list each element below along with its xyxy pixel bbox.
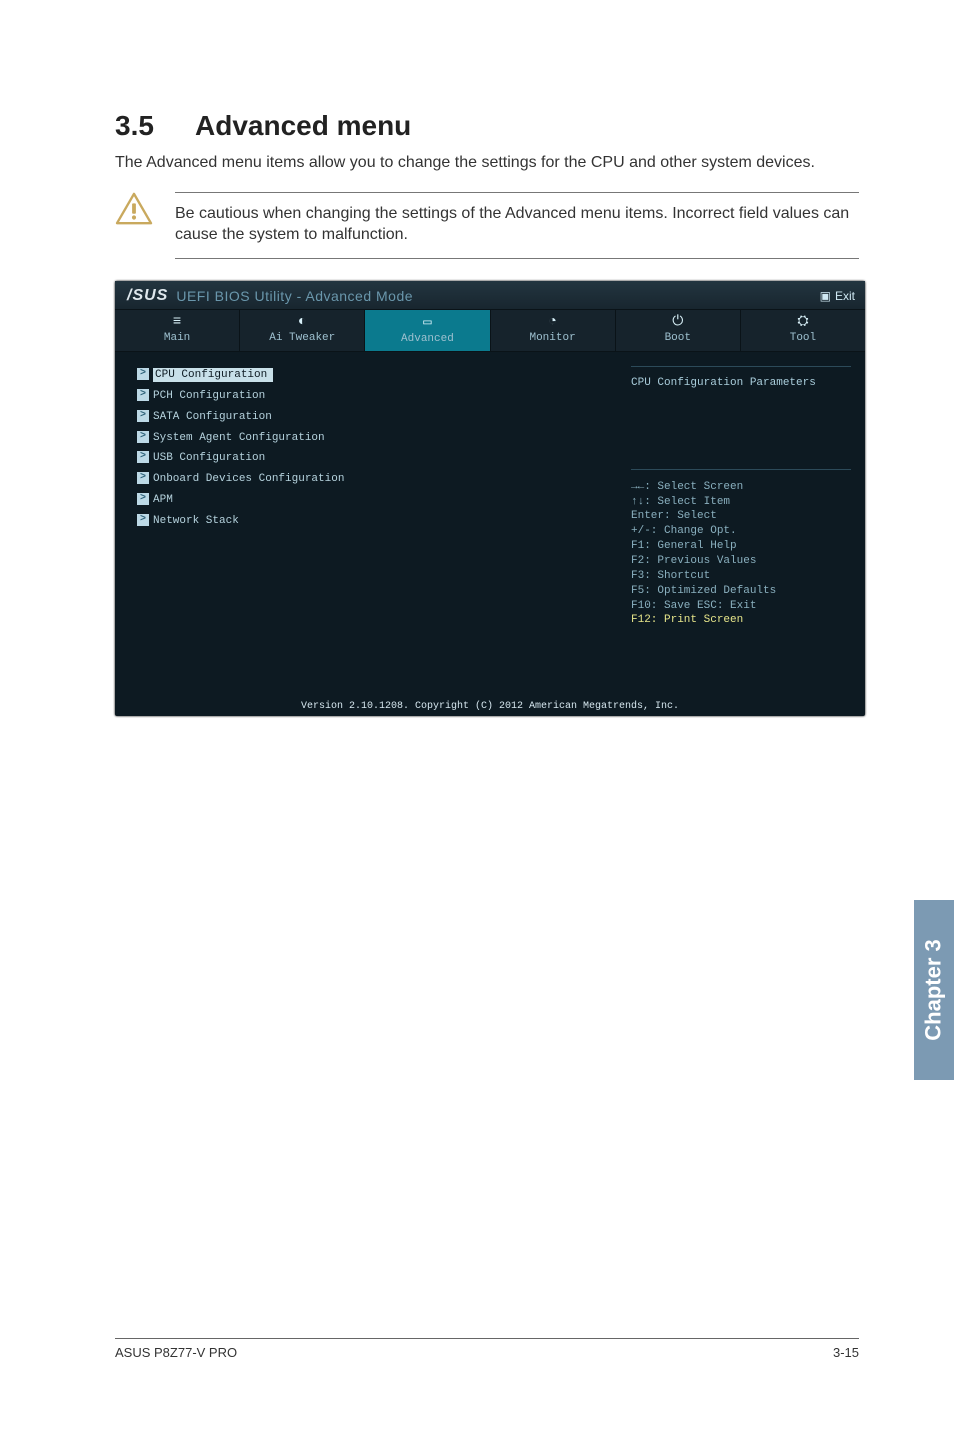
tab-label: Boot bbox=[665, 332, 691, 344]
chevron-right-icon: > bbox=[137, 493, 149, 505]
help-line: F2: Previous Values bbox=[631, 554, 851, 569]
chapter-tab-label: Chapter 3 bbox=[921, 939, 947, 1040]
help-line: Enter: Select bbox=[631, 509, 851, 524]
chapter-tab: Chapter 3 bbox=[914, 900, 954, 1080]
menu-item-label: PCH Configuration bbox=[153, 390, 265, 402]
caution-text: Be cautious when changing the settings o… bbox=[175, 203, 859, 246]
caution-icon bbox=[115, 192, 153, 226]
tab-icon: ≡ bbox=[115, 314, 239, 330]
tab-icon: ◔ bbox=[491, 314, 615, 330]
tab-label: Advanced bbox=[401, 333, 454, 345]
menu-item-sata-configuration[interactable]: > SATA Configuration bbox=[133, 408, 631, 425]
menu-item-label: USB Configuration bbox=[153, 452, 265, 464]
menu-item-label: Network Stack bbox=[153, 515, 239, 527]
tab-monitor[interactable]: ◔ Monitor bbox=[491, 310, 616, 351]
asus-logo: /SUS bbox=[125, 287, 170, 305]
section-number: 3.5 bbox=[115, 110, 195, 142]
menu-item-pch-configuration[interactable]: > PCH Configuration bbox=[133, 387, 631, 404]
bios-title: UEFI BIOS Utility - Advanced Mode bbox=[176, 288, 413, 304]
chevron-right-icon: > bbox=[137, 472, 149, 484]
footer-product: ASUS P8Z77-V PRO bbox=[115, 1345, 237, 1360]
tab-icon: ▭ bbox=[365, 314, 489, 331]
intro-text: The Advanced menu items allow you to cha… bbox=[115, 152, 859, 174]
menu-item-label: Onboard Devices Configuration bbox=[153, 473, 344, 485]
menu-item-cpu-configuration[interactable]: > CPU Configuration bbox=[133, 366, 631, 383]
menu-item-label: CPU Configuration bbox=[153, 368, 273, 382]
chevron-right-icon: > bbox=[137, 431, 149, 443]
menu-item-apm[interactable]: > APM bbox=[133, 491, 631, 508]
exit-icon: ▣ bbox=[820, 289, 831, 303]
chevron-right-icon: > bbox=[137, 368, 149, 380]
menu-item-label: System Agent Configuration bbox=[153, 431, 325, 443]
menu-item-network-stack[interactable]: > Network Stack bbox=[133, 512, 631, 529]
chevron-right-icon: > bbox=[137, 451, 149, 463]
tab-icon: ◐ bbox=[240, 314, 364, 330]
side-description: CPU Configuration Parameters bbox=[631, 377, 851, 389]
bios-version: Version 2.10.1208. Copyright (C) 2012 Am… bbox=[115, 701, 865, 712]
help-line: →←: Select Screen bbox=[631, 480, 851, 495]
tab-icon: ⏻ bbox=[616, 314, 740, 330]
exit-label: Exit bbox=[835, 289, 855, 303]
tab-advanced[interactable]: ▭ Advanced bbox=[365, 310, 490, 351]
chevron-right-icon: > bbox=[137, 389, 149, 401]
help-line: F3: Shortcut bbox=[631, 569, 851, 584]
help-line: F1: General Help bbox=[631, 539, 851, 554]
help-panel: →←: Select Screen↑↓: Select ItemEnter: S… bbox=[631, 480, 851, 628]
help-line: +/-: Change Opt. bbox=[631, 524, 851, 539]
tab-label: Ai Tweaker bbox=[269, 332, 335, 344]
section-title: Advanced menu bbox=[195, 110, 411, 141]
menu-item-usb-configuration[interactable]: > USB Configuration bbox=[133, 449, 631, 466]
bios-screenshot: /SUS UEFI BIOS Utility - Advanced Mode ▣… bbox=[115, 281, 865, 716]
tab-label: Monitor bbox=[529, 332, 575, 344]
help-line: F5: Optimized Defaults bbox=[631, 584, 851, 599]
help-line: F10: Save ESC: Exit bbox=[631, 599, 851, 614]
tab-label: Tool bbox=[790, 332, 816, 344]
tab-label: Main bbox=[164, 332, 190, 344]
menu-item-label: APM bbox=[153, 494, 173, 506]
tab-boot[interactable]: ⏻ Boot bbox=[616, 310, 741, 351]
exit-button[interactable]: ▣ Exit bbox=[820, 289, 855, 303]
chevron-right-icon: > bbox=[137, 410, 149, 422]
menu-item-label: SATA Configuration bbox=[153, 411, 272, 423]
chevron-right-icon: > bbox=[137, 514, 149, 526]
tab-main[interactable]: ≡ Main bbox=[115, 310, 240, 351]
menu-item-system-agent-configuration[interactable]: > System Agent Configuration bbox=[133, 429, 631, 446]
section-heading: 3.5Advanced menu bbox=[115, 110, 859, 142]
help-line: ↑↓: Select Item bbox=[631, 495, 851, 510]
tab-tool[interactable]: ⛭ Tool bbox=[741, 310, 865, 351]
help-line: F12: Print Screen bbox=[631, 613, 851, 628]
tab-icon: ⛭ bbox=[741, 314, 865, 330]
tab-ai-tweaker[interactable]: ◐ Ai Tweaker bbox=[240, 310, 365, 351]
footer-page-number: 3-15 bbox=[833, 1345, 859, 1360]
menu-item-onboard-devices-configuration[interactable]: > Onboard Devices Configuration bbox=[133, 470, 631, 487]
